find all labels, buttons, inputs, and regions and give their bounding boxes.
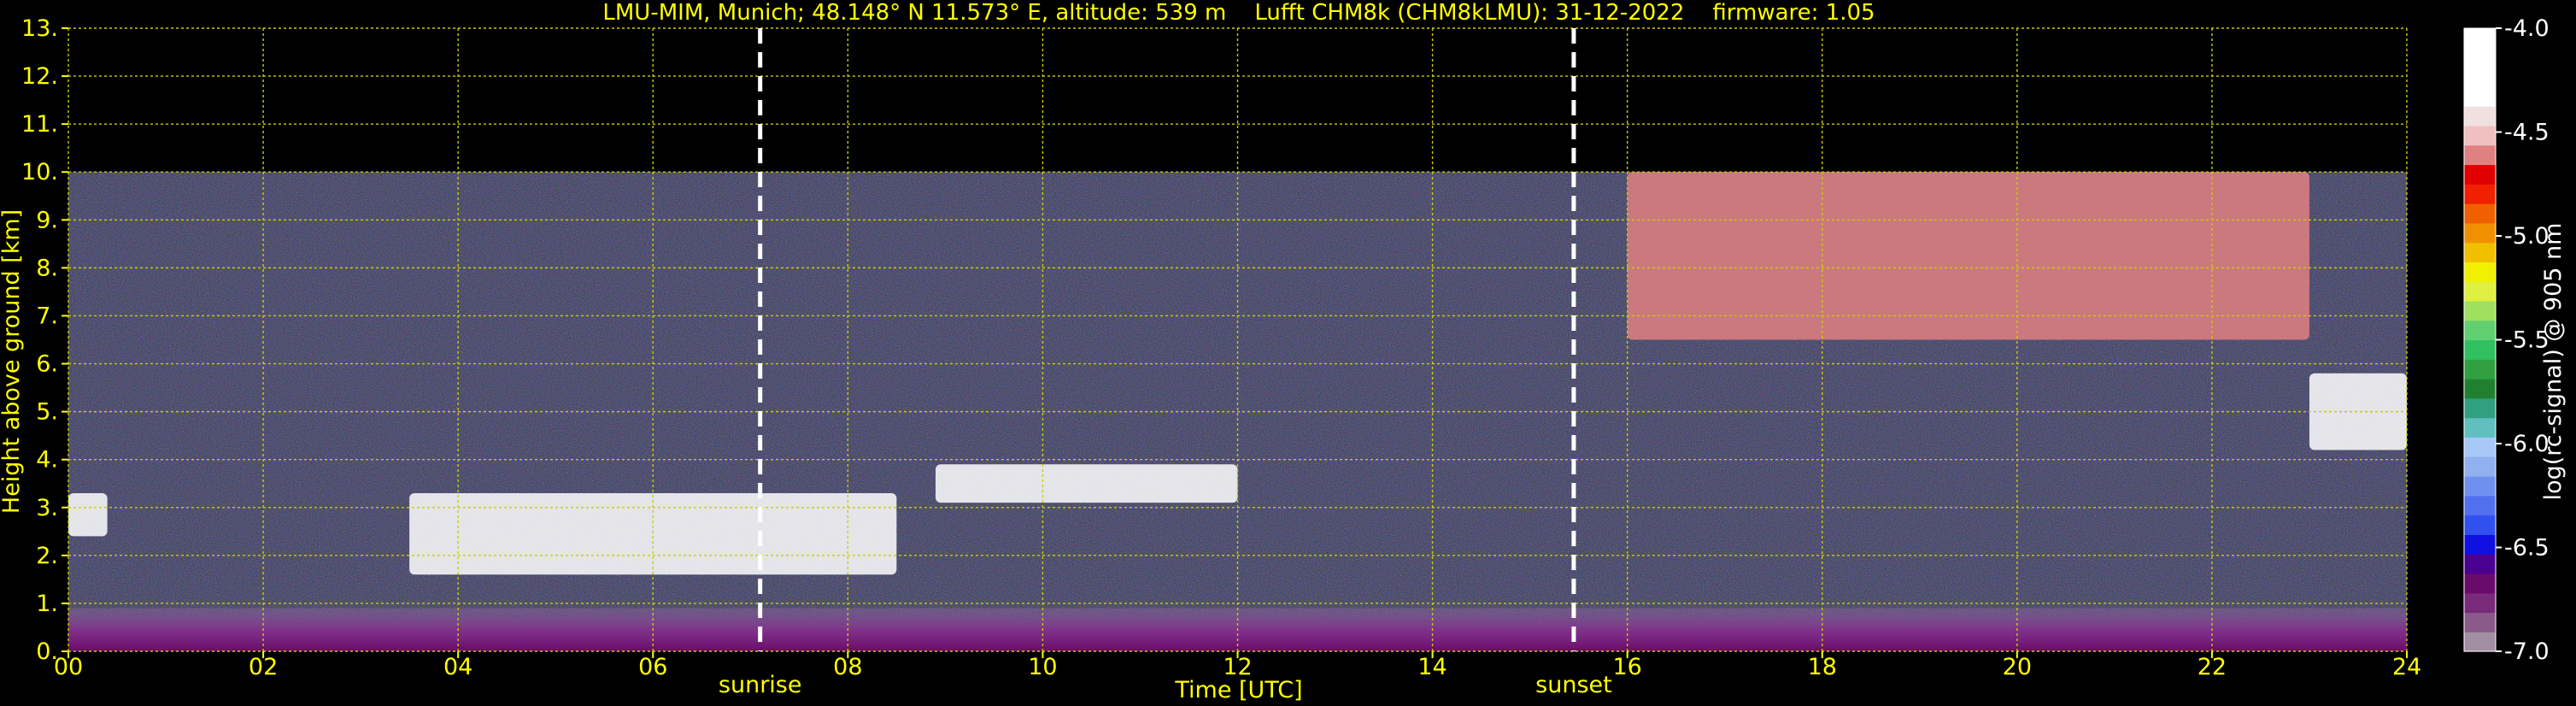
- y-tick-label: 2.: [36, 543, 58, 569]
- y-axis-label: Height above ground [km]: [0, 209, 25, 514]
- colorbar-segment: [2464, 495, 2496, 516]
- colorbar-segment: [2464, 47, 2496, 68]
- x-tick-label: 00: [54, 654, 83, 680]
- sunset-label: sunset: [1535, 672, 1612, 698]
- y-tick-label: 10.: [21, 159, 58, 185]
- feature-mid-cloud: [935, 464, 1238, 503]
- colorbar-segment: [2464, 632, 2496, 652]
- y-tick-label: 11.: [21, 111, 58, 138]
- colorbar-tick-label: -7.0: [2504, 638, 2550, 665]
- y-tick-label: 3.: [36, 495, 58, 521]
- x-axis-label: Time [UTC]: [1174, 677, 1302, 703]
- chart-title: LMU-MIM, Munich; 48.148° N 11.573° E, al…: [602, 0, 1875, 26]
- y-tick-label: 6.: [36, 351, 58, 378]
- colorbar-segment: [2464, 554, 2496, 574]
- colorbar-segment: [2464, 379, 2496, 399]
- x-tick-label: 24: [2392, 654, 2421, 680]
- colorbar-segment: [2464, 222, 2496, 244]
- colorbar-segment: [2464, 144, 2496, 166]
- colorbar-segment: [2464, 184, 2496, 204]
- colorbar-segment: [2464, 359, 2496, 379]
- colorbar-segment: [2464, 515, 2496, 535]
- ceilometer-chart: 0.1.2.3.4.5.6.7.8.9.10.11.12.13. 00 02 04 0…: [0, 0, 2576, 706]
- y-tick-label: 9.: [36, 207, 58, 233]
- colorbar-segment: [2464, 106, 2496, 126]
- colorbar-segment: [2464, 242, 2496, 262]
- colorbar-tick-label: -6.5: [2504, 535, 2550, 562]
- colorbar-segment: [2464, 592, 2496, 614]
- colorbar-segment: [2464, 456, 2496, 477]
- x-tick-label: 02: [249, 654, 278, 680]
- y-tick-label: 13.: [21, 15, 58, 42]
- sunrise-label: sunrise: [719, 672, 802, 698]
- colorbar-segment: [2464, 320, 2496, 341]
- colorbar-segment: [2464, 339, 2496, 360]
- colorbar-segment: [2464, 125, 2496, 146]
- y-tick-label: 12.: [21, 63, 58, 90]
- y-tick-label: 5.: [36, 399, 58, 426]
- y-tick-label: 4.: [36, 447, 58, 474]
- x-tick-label: 06: [638, 654, 667, 680]
- colorbar-tick-label: -4.5: [2504, 120, 2550, 146]
- x-tick-label: 14: [1417, 654, 1446, 680]
- colorbar-segment: [2464, 203, 2496, 224]
- colorbar-segment: [2464, 262, 2496, 282]
- x-tick-label: 16: [1612, 654, 1641, 680]
- x-tick-label: 04: [443, 654, 472, 680]
- colorbar-segment: [2464, 86, 2496, 107]
- colorbar-segment: [2464, 612, 2496, 632]
- colorbar-segment: [2464, 475, 2496, 497]
- colorbar-segment: [2464, 164, 2496, 185]
- y-tick-label: 7.: [36, 303, 58, 329]
- colorbar-segment: [2464, 28, 2496, 49]
- x-tick-label: 10: [1028, 654, 1057, 680]
- colorbar-label: log(rc-signal) @ 905 nm: [2540, 223, 2567, 501]
- colorbar-segment: [2464, 534, 2496, 555]
- x-tick-label: 22: [2198, 654, 2227, 680]
- colorbar-segment: [2464, 281, 2496, 302]
- feature-low-cloud-morning: [68, 492, 108, 537]
- colorbar-segment: [2464, 437, 2496, 457]
- y-tick-label: 1.: [36, 591, 58, 617]
- x-tick-label: 08: [833, 654, 862, 680]
- colorbar-segment: [2464, 300, 2496, 321]
- feature-cirrus: [1627, 172, 2309, 340]
- colorbar-segment: [2464, 67, 2496, 87]
- colorbar-tick-label: -4.0: [2504, 15, 2550, 42]
- x-tick-label: 18: [1808, 654, 1837, 680]
- colorbar-segment: [2464, 397, 2496, 419]
- y-tick-label: 8.: [36, 255, 58, 281]
- colorbar-segment: [2464, 417, 2496, 438]
- x-tick-label: 20: [2003, 654, 2032, 680]
- colorbar-segment: [2464, 573, 2496, 594]
